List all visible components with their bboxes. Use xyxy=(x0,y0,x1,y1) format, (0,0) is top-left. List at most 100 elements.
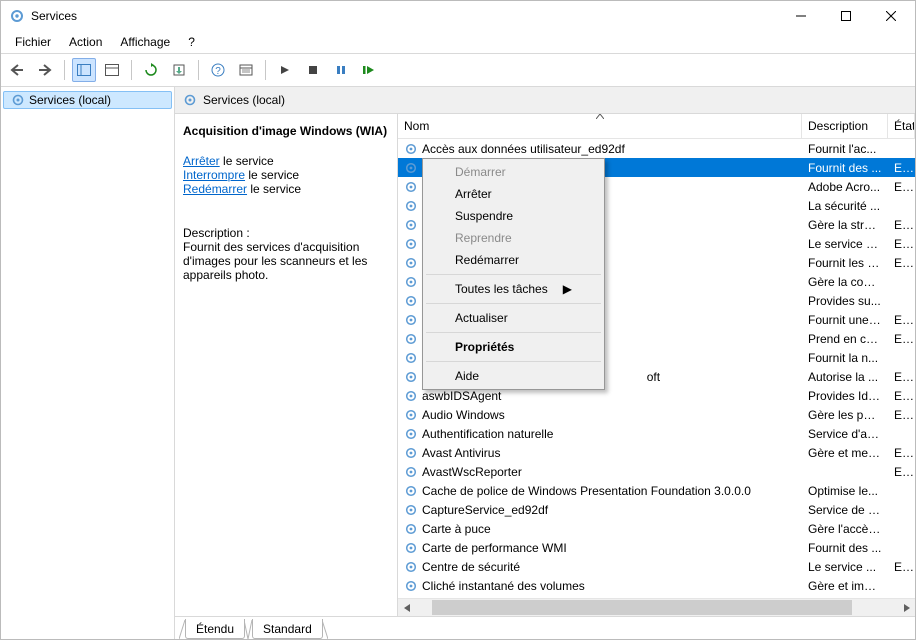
gear-icon xyxy=(404,351,418,365)
service-description: Fournit une ... xyxy=(802,313,888,327)
service-description: Le service R... xyxy=(802,237,888,251)
menu-help[interactable]: ? xyxy=(180,33,203,51)
service-description: Optimise le... xyxy=(802,484,888,498)
gear-icon xyxy=(404,408,418,422)
restart-service-button[interactable] xyxy=(357,58,381,82)
gear-icon xyxy=(404,142,418,156)
table-row[interactable]: Audio WindowsGère les péri...En cours d'… xyxy=(398,405,915,424)
menu-file[interactable]: Fichier xyxy=(7,33,59,51)
tab-standard[interactable]: Standard xyxy=(252,619,323,639)
service-description: Gère et impl... xyxy=(802,579,888,593)
service-description: Gère la conf... xyxy=(802,275,888,289)
properties-button[interactable] xyxy=(234,58,258,82)
column-headers: Nom Description État xyxy=(398,114,915,139)
svg-text:?: ? xyxy=(215,66,221,77)
horizontal-scrollbar[interactable] xyxy=(398,598,915,616)
service-name: Centre de sécurité xyxy=(422,560,520,574)
service-name: Accès aux données utilisateur_ed92df xyxy=(422,142,625,156)
content-header: Services (local) xyxy=(175,87,915,114)
table-row[interactable]: Centre de sécurité Le service ...En cours… xyxy=(398,557,915,576)
scroll-left-icon[interactable] xyxy=(398,599,415,616)
gear-icon xyxy=(404,560,418,574)
link-stop-service[interactable]: Arrêter xyxy=(183,154,220,168)
service-description: Provides su... xyxy=(802,294,888,308)
service-description: Le service ... xyxy=(802,560,888,574)
table-row[interactable]: Authentification naturelleService d'ag..… xyxy=(398,424,915,443)
service-name: Carte à puce xyxy=(422,522,491,536)
minimize-button[interactable] xyxy=(778,1,823,31)
context-menu-item[interactable]: Aide xyxy=(425,365,602,387)
close-button[interactable] xyxy=(868,1,913,31)
export-button[interactable] xyxy=(167,58,191,82)
service-name: Audio Windows xyxy=(422,408,505,422)
stop-service-button[interactable] xyxy=(301,58,325,82)
service-description: Service d'ag... xyxy=(802,427,888,441)
pause-service-button[interactable] xyxy=(329,58,353,82)
table-row[interactable]: Cliché instantané des volumesGère et imp… xyxy=(398,576,915,595)
gear-icon xyxy=(404,503,418,517)
service-name: aswbIDSAgent xyxy=(422,389,501,403)
maximize-button[interactable] xyxy=(823,1,868,31)
context-menu-item[interactable]: Redémarrer xyxy=(425,249,602,271)
gear-icon xyxy=(183,93,197,107)
gear-icon xyxy=(404,389,418,403)
gear-icon xyxy=(404,161,418,175)
table-row[interactable]: Accès aux données utilisateur_ed92dfFour… xyxy=(398,139,915,158)
context-menu-item[interactable]: Suspendre xyxy=(425,205,602,227)
service-description: Autorise la ... xyxy=(802,370,888,384)
service-description: Fournit des ... xyxy=(802,541,888,555)
chevron-right-icon: ▶ xyxy=(563,282,572,296)
table-row[interactable]: Carte à puceGère l'accès... xyxy=(398,519,915,538)
gear-icon xyxy=(404,541,418,555)
gear-icon xyxy=(404,180,418,194)
tab-extended[interactable]: Étendu xyxy=(185,619,245,639)
refresh-button[interactable] xyxy=(139,58,163,82)
service-description: Service de C... xyxy=(802,503,888,517)
context-menu-item[interactable]: Actualiser xyxy=(425,307,602,329)
table-row[interactable]: Avast AntivirusGère et met ...En cours d… xyxy=(398,443,915,462)
gear-icon xyxy=(404,294,418,308)
column-header-description[interactable]: Description xyxy=(802,114,888,138)
gear-icon xyxy=(404,465,418,479)
link-pause-service[interactable]: Interrompre xyxy=(183,168,245,182)
sort-indicator-icon xyxy=(596,114,604,119)
context-menu: DémarrerArrêterSuspendreReprendreRedémar… xyxy=(422,158,605,390)
table-row[interactable]: Cache de police de Windows Presentation … xyxy=(398,481,915,500)
detail-title: Acquisition d'image Windows (WIA) xyxy=(183,124,391,138)
context-menu-item: Démarrer xyxy=(425,161,602,183)
service-state: En cours d'ex xyxy=(888,218,915,232)
nav-item-services-local[interactable]: Services (local) xyxy=(3,91,172,109)
column-header-name[interactable]: Nom xyxy=(398,114,802,138)
start-service-button[interactable] xyxy=(273,58,297,82)
service-state: En cours d'ex xyxy=(888,332,915,346)
scroll-thumb[interactable] xyxy=(432,600,852,615)
show-tree-button[interactable] xyxy=(72,58,96,82)
column-header-state[interactable]: État xyxy=(888,114,915,138)
context-menu-item[interactable]: Toutes les tâches▶ xyxy=(425,278,602,300)
menu-action[interactable]: Action xyxy=(61,33,110,51)
back-button[interactable] xyxy=(5,58,29,82)
tab-bar: Étendu Standard xyxy=(175,616,915,639)
gear-icon xyxy=(404,484,418,498)
forward-button[interactable] xyxy=(33,58,57,82)
gear-icon xyxy=(404,256,418,270)
service-state: En cours d'ex xyxy=(888,560,915,574)
gear-icon xyxy=(404,579,418,593)
service-description: Fournit les s... xyxy=(802,256,888,270)
service-state: En cours d'ex xyxy=(888,408,915,422)
table-row[interactable]: Carte de performance WMIFournit des ... xyxy=(398,538,915,557)
service-description: Prend en ch... xyxy=(802,332,888,346)
details-pane-button[interactable] xyxy=(100,58,124,82)
help-button[interactable]: ? xyxy=(206,58,230,82)
context-menu-item[interactable]: Propriétés xyxy=(425,336,602,358)
link-restart-service[interactable]: Redémarrer xyxy=(183,182,247,196)
context-menu-item[interactable]: Arrêter xyxy=(425,183,602,205)
gear-icon xyxy=(404,218,418,232)
scroll-right-icon[interactable] xyxy=(898,599,915,616)
gear-icon xyxy=(11,93,25,107)
menu-view[interactable]: Affichage xyxy=(112,33,178,51)
table-row[interactable]: CaptureService_ed92dfService de C... xyxy=(398,500,915,519)
gear-icon xyxy=(404,332,418,346)
service-description: Gère la strat... xyxy=(802,218,888,232)
table-row[interactable]: AvastWscReporterEn cours d'ex xyxy=(398,462,915,481)
